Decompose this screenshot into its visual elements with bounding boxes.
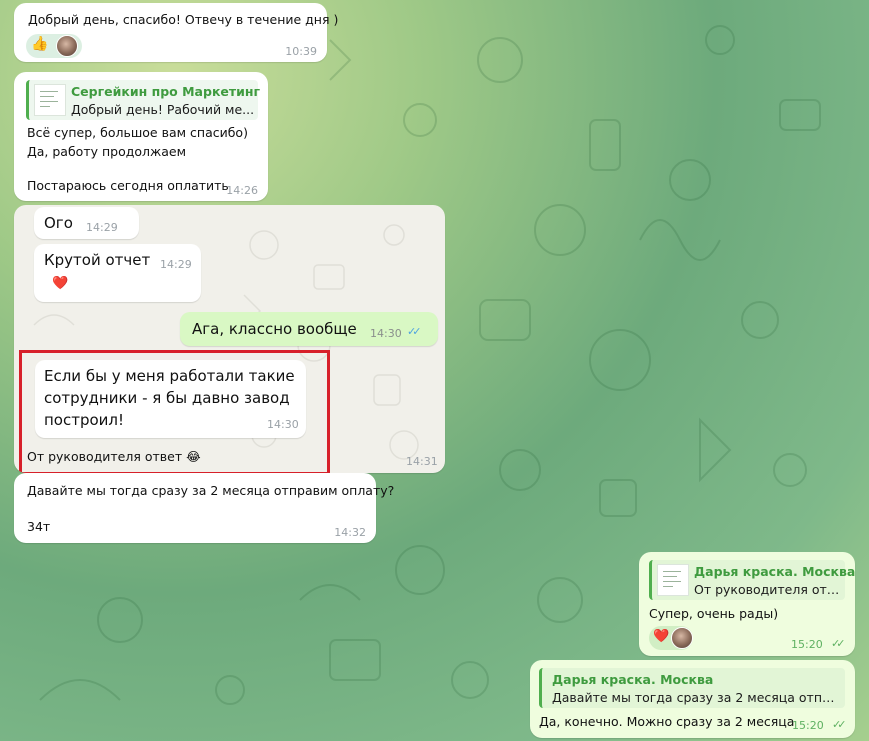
message-line: Давайте мы тогда сразу за 2 месяца отпра… xyxy=(27,483,395,498)
message-line: 34т xyxy=(27,519,51,534)
inner-message-text: Крутой отчет xyxy=(44,251,151,269)
reply-sender-name: Сергейкин про Маркетинг xyxy=(71,84,261,99)
message-time: 14:31 xyxy=(406,455,438,468)
message-time: 15:20 xyxy=(791,638,823,651)
reply-thumbnail xyxy=(34,84,66,116)
message-text: Супер, очень рады) xyxy=(649,606,779,621)
read-checks-icon: ✓✓ xyxy=(407,325,422,338)
message-line: Да, работу продолжаем xyxy=(27,144,187,159)
inner-message-text: Ого xyxy=(44,214,73,232)
reaction-pill[interactable]: ❤️ xyxy=(649,626,693,650)
message-line: Всё супер, большое вам спасибо) xyxy=(27,125,248,140)
message-incoming-4[interactable]: Давайте мы тогда сразу за 2 месяца отпра… xyxy=(14,473,394,543)
message-incoming-screenshot[interactable]: Ого 14:29 Крутой отчет 14:29 ❤️ Ага, кла… xyxy=(14,205,445,473)
read-checks-icon: ✓✓ xyxy=(831,637,846,650)
thumbs-up-icon: 👍 xyxy=(31,36,49,52)
reactor-avatar xyxy=(671,627,693,649)
reply-quote[interactable]: Дарья краска. Москва Давайте мы тогда ср… xyxy=(539,668,845,708)
inner-message-time: 14:29 xyxy=(160,258,192,271)
caption-text: От руководителя ответ 😂 xyxy=(27,449,201,464)
reply-sender-name: Дарья краска. Москва xyxy=(694,564,856,579)
reply-quote[interactable]: Сергейкин про Маркетинг Добрый день! Раб… xyxy=(26,80,261,120)
inner-message-2: Крутой отчет 14:29 ❤️ xyxy=(34,244,201,302)
inner-message-text: Ага, классно вообще xyxy=(192,320,357,338)
message-time: 15:20 xyxy=(792,719,824,732)
message-outgoing-1[interactable]: Дарья краска. Москва От руководителя отв… xyxy=(639,552,855,656)
reply-text: От руководителя отв... xyxy=(694,582,844,597)
heart-icon: ❤️ xyxy=(653,629,670,644)
message-time: 10:39 xyxy=(285,45,317,58)
inner-message-time: 14:30 xyxy=(370,327,402,340)
message-time: 14:32 xyxy=(334,526,366,539)
message-outgoing-2[interactable]: Дарья краска. Москва Давайте мы тогда ср… xyxy=(530,660,855,738)
read-checks-icon: ✓✓ xyxy=(832,718,847,731)
message-time: 14:26 xyxy=(226,184,258,197)
reply-sender-name: Дарья краска. Москва xyxy=(552,672,714,687)
message-incoming-2[interactable]: Сергейкин про Маркетинг Добрый день! Раб… xyxy=(14,72,268,201)
reply-thumbnail xyxy=(657,564,689,596)
message-text: Да, конечно. Можно сразу за 2 месяца xyxy=(539,714,795,729)
inner-message-3: Ага, классно вообще 14:30 ✓✓ xyxy=(180,312,438,346)
message-text: Добрый день, спасибо! Отвечу в течение д… xyxy=(28,12,339,27)
reply-text: Добрый день! Рабочий ме... xyxy=(71,102,255,117)
message-line: Постараюсь сегодня оплатить xyxy=(27,178,229,193)
reply-text: Давайте мы тогда сразу за 2 месяца отпра… xyxy=(552,690,842,705)
reactor-avatar xyxy=(56,35,78,57)
reply-quote[interactable]: Дарья краска. Москва От руководителя отв… xyxy=(649,560,855,600)
message-incoming-1[interactable]: Добрый день, спасибо! Отвечу в течение д… xyxy=(14,3,338,62)
reaction-pill[interactable]: 👍 xyxy=(26,34,82,58)
heart-reaction-icon: ❤️ xyxy=(52,276,69,291)
inner-message-time: 14:29 xyxy=(86,221,118,234)
inner-message-1: Ого 14:29 xyxy=(34,207,139,239)
